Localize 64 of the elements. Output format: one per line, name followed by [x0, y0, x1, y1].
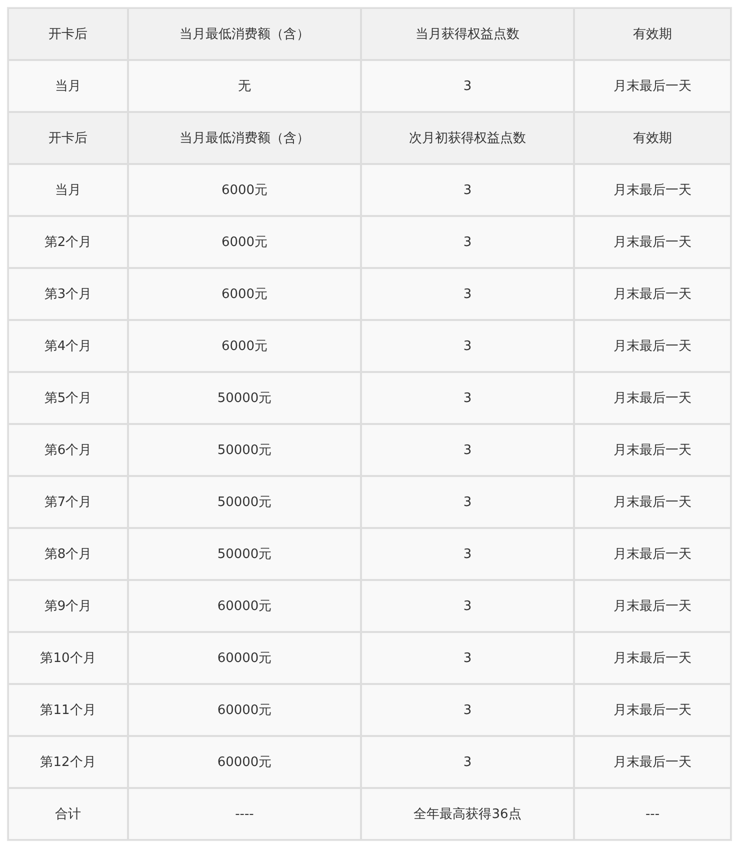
table-cell: 50000元 — [128, 372, 361, 424]
table-cell: 当月 — [8, 164, 128, 216]
table-cell: 50000元 — [128, 528, 361, 580]
table-cell: 第2个月 — [8, 216, 128, 268]
table-cell: 3 — [361, 216, 574, 268]
table-cell: 第11个月 — [8, 684, 128, 736]
column-header: 有效期 — [574, 112, 731, 164]
table-cell: ---- — [128, 788, 361, 840]
table-cell: --- — [574, 788, 731, 840]
table-cell: 月末最后一天 — [574, 580, 731, 632]
column-header: 当月最低消费额（含） — [128, 8, 361, 60]
table-cell: 3 — [361, 372, 574, 424]
table-cell: 月末最后一天 — [574, 736, 731, 788]
table-cell: 月末最后一天 — [574, 476, 731, 528]
table-cell: 合计 — [8, 788, 128, 840]
table-cell: 3 — [361, 684, 574, 736]
table-cell: 月末最后一天 — [574, 60, 731, 112]
table-cell: 50000元 — [128, 476, 361, 528]
column-header: 开卡后 — [8, 112, 128, 164]
table-cell: 月末最后一天 — [574, 320, 731, 372]
column-header: 当月最低消费额（含） — [128, 112, 361, 164]
table-cell: 6000元 — [128, 164, 361, 216]
table-cell: 3 — [361, 320, 574, 372]
column-header: 有效期 — [574, 8, 731, 60]
table-cell: 3 — [361, 476, 574, 528]
column-header: 当月获得权益点数 — [361, 8, 574, 60]
table-cell: 第3个月 — [8, 268, 128, 320]
table-cell: 3 — [361, 528, 574, 580]
table-cell: 第7个月 — [8, 476, 128, 528]
table-cell: 3 — [361, 164, 574, 216]
table-cell: 月末最后一天 — [574, 632, 731, 684]
table-cell: 6000元 — [128, 320, 361, 372]
table-cell: 60000元 — [128, 580, 361, 632]
table-cell: 6000元 — [128, 216, 361, 268]
table-cell: 60000元 — [128, 632, 361, 684]
table-cell: 全年最高获得36点 — [361, 788, 574, 840]
table-cell: 第10个月 — [8, 632, 128, 684]
table-cell: 第12个月 — [8, 736, 128, 788]
table-cell: 月末最后一天 — [574, 268, 731, 320]
table-cell: 月末最后一天 — [574, 372, 731, 424]
table-cell: 3 — [361, 736, 574, 788]
table-cell: 当月 — [8, 60, 128, 112]
table-cell: 3 — [361, 632, 574, 684]
table-cell: 60000元 — [128, 684, 361, 736]
column-header: 次月初获得权益点数 — [361, 112, 574, 164]
table-cell: 第8个月 — [8, 528, 128, 580]
table-cell: 月末最后一天 — [574, 528, 731, 580]
table-cell: 3 — [361, 268, 574, 320]
column-header: 开卡后 — [8, 8, 128, 60]
table-cell: 第9个月 — [8, 580, 128, 632]
table-cell: 3 — [361, 580, 574, 632]
table-cell: 月末最后一天 — [574, 216, 731, 268]
table-cell: 3 — [361, 60, 574, 112]
table-cell: 月末最后一天 — [574, 684, 731, 736]
table-cell: 第4个月 — [8, 320, 128, 372]
table-cell: 第6个月 — [8, 424, 128, 476]
table-cell: 月末最后一天 — [574, 424, 731, 476]
table-cell: 第5个月 — [8, 372, 128, 424]
table-cell: 月末最后一天 — [574, 164, 731, 216]
table-cell: 无 — [128, 60, 361, 112]
table-cell: 6000元 — [128, 268, 361, 320]
table-cell: 50000元 — [128, 424, 361, 476]
table-cell: 60000元 — [128, 736, 361, 788]
table-cell: 3 — [361, 424, 574, 476]
